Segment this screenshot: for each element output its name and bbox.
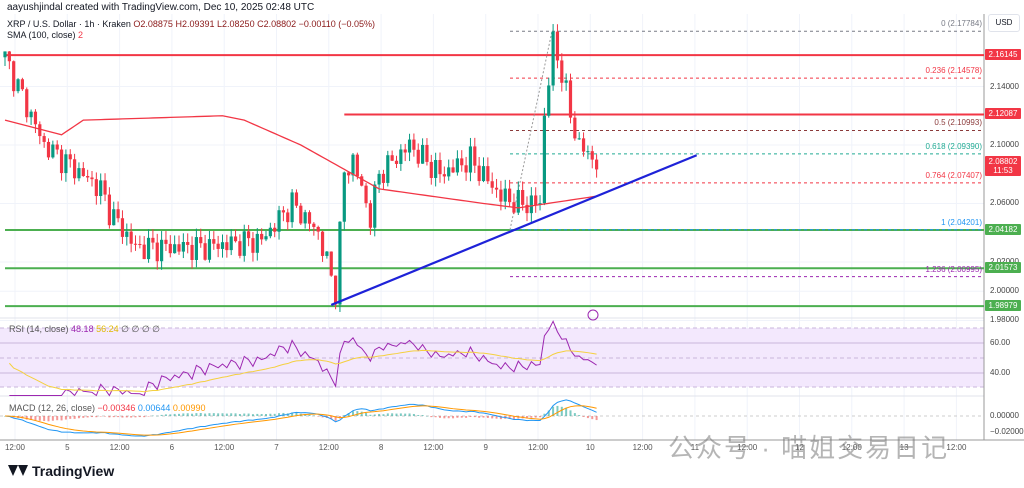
tradingview-logo-icon: [8, 463, 28, 479]
time-tick: 6: [169, 443, 175, 452]
rsi-tick: 60.00: [990, 338, 1011, 347]
time-tick: 12:00: [318, 443, 339, 452]
axis-labels: 2.140002.100002.060002.020002.000001.980…: [0, 0, 1024, 488]
rsi-tick: 40.00: [990, 368, 1011, 377]
time-tick: 12:00: [632, 443, 653, 452]
time-tick: 8: [378, 443, 384, 452]
macd-label: MACD (12, 26, close): [9, 403, 96, 413]
time-tick: 7: [274, 443, 279, 452]
brand-name: TradingView: [32, 463, 115, 479]
macd-value: −0.00346: [97, 403, 136, 413]
macd-tick: 0.00000: [990, 411, 1019, 420]
currency-button[interactable]: USD: [988, 14, 1020, 32]
fib-label: 0.764 (2.07407): [925, 170, 983, 180]
level-price-label: 2.01573: [985, 262, 1021, 274]
macd-tick: −0.02000: [990, 427, 1024, 436]
sma-label: SMA (100, close): [7, 30, 76, 40]
ohlc-high: H2.09391: [175, 19, 215, 29]
fib-label: 0 (2.17784): [941, 19, 982, 29]
tradingview-logo[interactable]: TradingView: [8, 463, 114, 479]
symbol-name[interactable]: XRP / U.S. Dollar · 1h · Kraken: [7, 19, 131, 29]
sma-value: 2: [78, 30, 84, 40]
time-tick: 12:00: [946, 443, 967, 452]
level-price-label: 1.98979: [985, 300, 1021, 312]
level-price-label: 2.12087: [985, 108, 1021, 120]
time-tick: 12:00: [527, 443, 549, 452]
macd-legend[interactable]: MACD (12, 26, close) −0.00346 0.00644 0.…: [9, 403, 205, 413]
price-tick: 1.98000: [990, 315, 1019, 325]
sma-legend[interactable]: SMA (100, close) 2: [7, 30, 83, 40]
ohlc-low: L2.08250: [217, 19, 255, 29]
watermark: 公众号 · 喵姐交易日记: [668, 433, 950, 463]
price-tick: 2.00000: [990, 286, 1019, 296]
time-tick: 12:00: [214, 443, 235, 452]
level-price-label: 2.16145: [985, 49, 1021, 61]
time-tick: 12:00: [423, 443, 444, 452]
rsi-value: 48.18: [71, 324, 94, 334]
rsi-label: RSI (14, close): [9, 324, 69, 334]
level-price-label: 2.04182: [985, 224, 1021, 236]
macd-signal-value: 0.00644: [137, 403, 171, 413]
ohlc-close: C2.08802: [257, 19, 297, 29]
rsi-ma-value: 56.24: [96, 324, 119, 334]
price-tick: 2.06000: [990, 198, 1019, 208]
fib-label: 0.618 (2.09390): [925, 141, 983, 151]
price-change: −0.00110 (−0.05%): [298, 19, 376, 29]
symbol-legend: XRP / U.S. Dollar · 1h · Kraken O2.08875…: [7, 19, 375, 29]
fib-label: 0.5 (2.10993): [934, 118, 982, 128]
ohlc-open: O2.08875: [133, 19, 173, 29]
price-tick: 2.10000: [990, 140, 1019, 149]
time-tick: 12:00: [109, 443, 130, 452]
fib-label: 0.236 (2.14578): [925, 66, 983, 76]
time-tick: 5: [65, 443, 70, 452]
time-tick: 12:00: [4, 443, 26, 452]
time-tick: 10: [585, 443, 595, 452]
fib-label: 1 (2.04201): [941, 217, 982, 227]
rsi-legend[interactable]: RSI (14, close) 48.18 56.24 ∅ ∅ ∅ ∅: [9, 324, 160, 335]
fib-label: 1.236 (2.00995): [925, 264, 983, 274]
macd-hist-value: 0.00990: [172, 403, 206, 413]
time-tick: 9: [483, 443, 488, 452]
rsi-extra: ∅ ∅ ∅ ∅: [121, 324, 161, 334]
last-price-label: 2.08802 11:53: [985, 155, 1021, 176]
price-tick: 2.14000: [990, 81, 1019, 91]
